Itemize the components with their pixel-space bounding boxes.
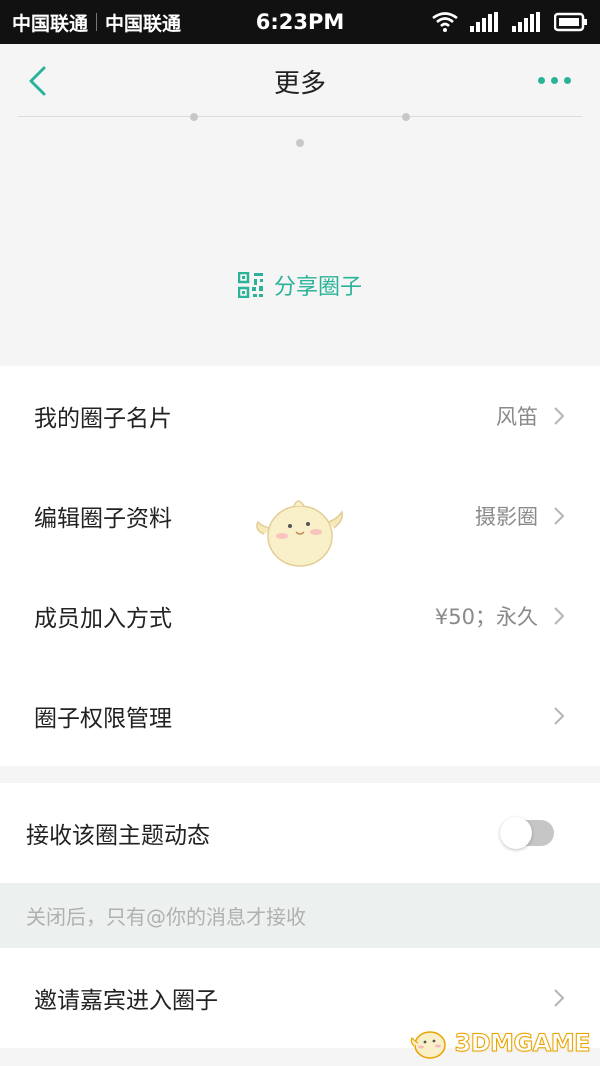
menu-item-label: 编辑圈子资料 [34,506,172,532]
menu-item-value: 摄影圈 [475,505,538,529]
notify-row: 接收该圈主题动态 [0,783,600,883]
more-dot [551,76,558,84]
wifi-icon [432,12,458,32]
mascot-image [256,500,344,567]
share-circle-button[interactable]: 分享圈子 [0,269,600,301]
qr-code-icon [237,272,263,298]
menu-item-label: 成员加入方式 [34,606,172,632]
watermark-mascot-icon [411,1031,447,1059]
more-dots-icon[interactable] [538,70,578,90]
chevron-right-icon [554,707,565,725]
share-circle-label: 分享圈子 [273,275,362,300]
chevron-right-icon [554,989,565,1007]
menu-item-label: 我的圈子名片 [34,406,172,432]
carrier-group: 中国联通 中国联通 [12,9,181,36]
header: 更多 [0,44,600,118]
signal-icon-1 [470,12,498,32]
decor-dot [190,113,198,121]
chevron-right-icon [554,607,565,625]
notify-toggle[interactable] [500,817,554,849]
status-icons [432,12,588,32]
notify-label: 接收该圈主题动态 [26,823,210,849]
more-dot [538,76,545,84]
menu-item-label: 圈子权限管理 [34,706,172,732]
chevron-right-icon [554,407,565,425]
menu-item-value: 风笛 [496,405,538,429]
status-bar: 中国联通 中国联通 6:23PM [0,0,600,44]
battery-icon [554,12,587,32]
decor-dot [296,139,304,147]
chevron-right-icon [554,507,565,525]
hero-area: 分享圈子 [0,113,600,366]
notify-section: 接收该圈主题动态 [0,783,600,883]
page-title: 更多 [273,69,326,99]
toggle-knob [500,817,532,849]
signal-icon-2 [512,12,540,32]
watermark: 3DMGAME [410,1026,591,1060]
decor-dot [402,113,410,121]
notify-hint: 关闭后，只有@你的消息才接收 [0,883,600,948]
carrier-separator [96,13,98,31]
carrier-2: 中国联通 [105,12,182,35]
invite-label: 邀请嘉宾进入圈子 [34,988,218,1014]
carrier-1: 中国联通 [12,12,89,35]
menu-item-circle-card[interactable]: 我的圈子名片 风笛 [0,366,600,466]
menu-item-join-method[interactable]: 成员加入方式 ¥50；永久 [0,566,600,666]
more-dot [564,76,571,84]
watermark-text: 3DMGAME [454,1029,591,1058]
menu-item-value: ¥50；永久 [434,605,538,629]
menu-item-permissions[interactable]: 圈子权限管理 [0,666,600,766]
